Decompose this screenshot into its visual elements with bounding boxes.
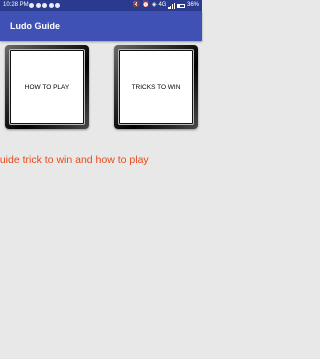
battery-icon [176,3,185,8]
status-bar: 10:28 PM 🔇 ⏰ ◈ 4G 36% [0,0,202,11]
notification-icon [55,3,60,8]
mute-icon: 🔇 [132,2,141,8]
guide-tagline: guide trick to win and how to play [0,153,202,167]
notification-icon [35,3,41,8]
status-time: 10:28 PM [3,2,29,8]
button-frame: HOW TO PLAY [9,49,85,125]
notification-icon [29,3,34,8]
notification-icon [42,3,47,8]
guide-tagline-text: guide trick to win and how to play [0,154,149,166]
how-to-play-label: HOW TO PLAY [11,51,83,123]
signal-icon [168,2,175,9]
tricks-to-win-label: TRICKS TO WIN [120,51,192,123]
status-indicators: 🔇 ⏰ ◈ 4G 36% [133,0,199,11]
notification-icons [29,3,60,8]
wifi-icon: ◈ [151,2,157,8]
alarm-icon: ⏰ [142,2,150,8]
battery-level: 36% [186,2,199,8]
network-type: 4G [158,2,167,8]
notification-icon [48,3,54,8]
app-bar: Ludo Guide [0,11,202,41]
how-to-play-button[interactable]: HOW TO PLAY [5,45,89,129]
button-frame: TRICKS TO WIN [118,49,194,125]
tricks-to-win-button[interactable]: TRICKS TO WIN [114,45,198,129]
app-title: Ludo Guide [10,21,60,31]
